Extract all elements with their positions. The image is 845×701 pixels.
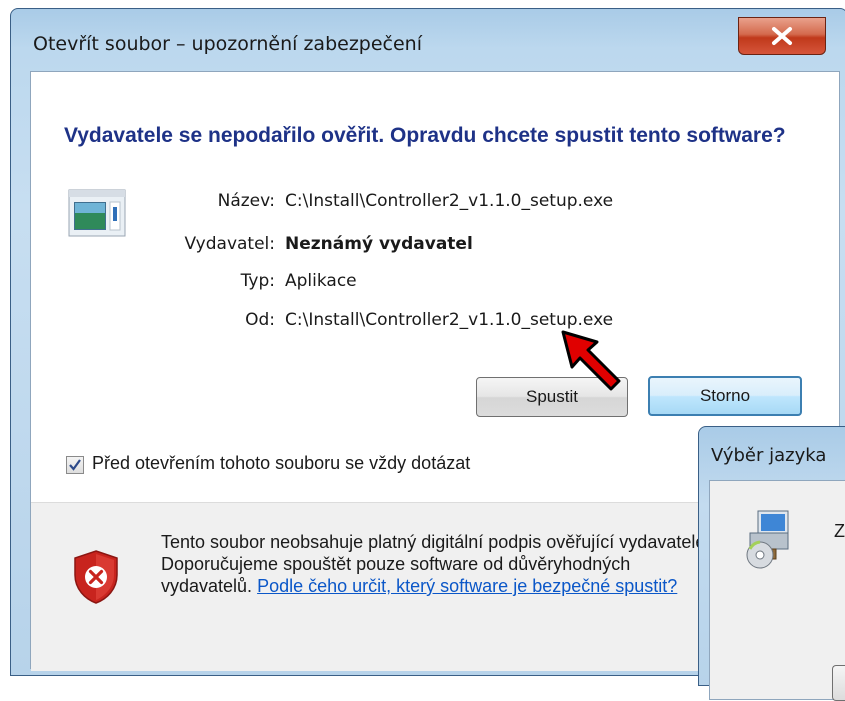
publisher-value: Neznámý vydavatel bbox=[285, 234, 473, 254]
name-value: C:\Install\Controller2_v1.1.0_setup.exe bbox=[285, 191, 614, 211]
setup-installer-icon bbox=[746, 510, 789, 569]
always-ask-checkbox[interactable] bbox=[66, 456, 84, 474]
type-value: Aplikace bbox=[285, 271, 357, 291]
cancel-button[interactable]: Storno bbox=[648, 376, 802, 416]
language-window-text: Z bbox=[834, 521, 845, 541]
red-arrow-pointer-icon bbox=[561, 330, 621, 391]
type-label: Typ: bbox=[240, 271, 275, 291]
dialog-title: Otevřít soubor – upozornění zabezpečení bbox=[33, 33, 422, 55]
language-window-title: Výběr jazyka bbox=[711, 445, 827, 466]
checkmark-icon bbox=[69, 459, 81, 471]
from-label: Od: bbox=[245, 310, 275, 330]
language-window-button[interactable] bbox=[832, 665, 845, 701]
language-selection-window: Výběr jazyka Z bbox=[698, 426, 845, 701]
warning-headline: Vydavatele se nepodařilo ověřit. Opravdu… bbox=[64, 124, 786, 147]
close-icon bbox=[772, 27, 792, 45]
always-ask-label[interactable]: Před otevřením tohoto souboru se vždy do… bbox=[92, 453, 470, 474]
close-button[interactable] bbox=[738, 17, 826, 55]
security-shield-error-icon bbox=[74, 550, 118, 604]
signature-warning-text: Tento soubor neobsahuje platný digitální… bbox=[161, 531, 721, 597]
publisher-label: Vydavatel: bbox=[184, 234, 276, 254]
language-window-content: Z bbox=[709, 480, 845, 701]
name-label: Název: bbox=[217, 191, 275, 211]
safe-software-help-link[interactable]: Podle čeho určit, který software je bezp… bbox=[257, 576, 677, 596]
